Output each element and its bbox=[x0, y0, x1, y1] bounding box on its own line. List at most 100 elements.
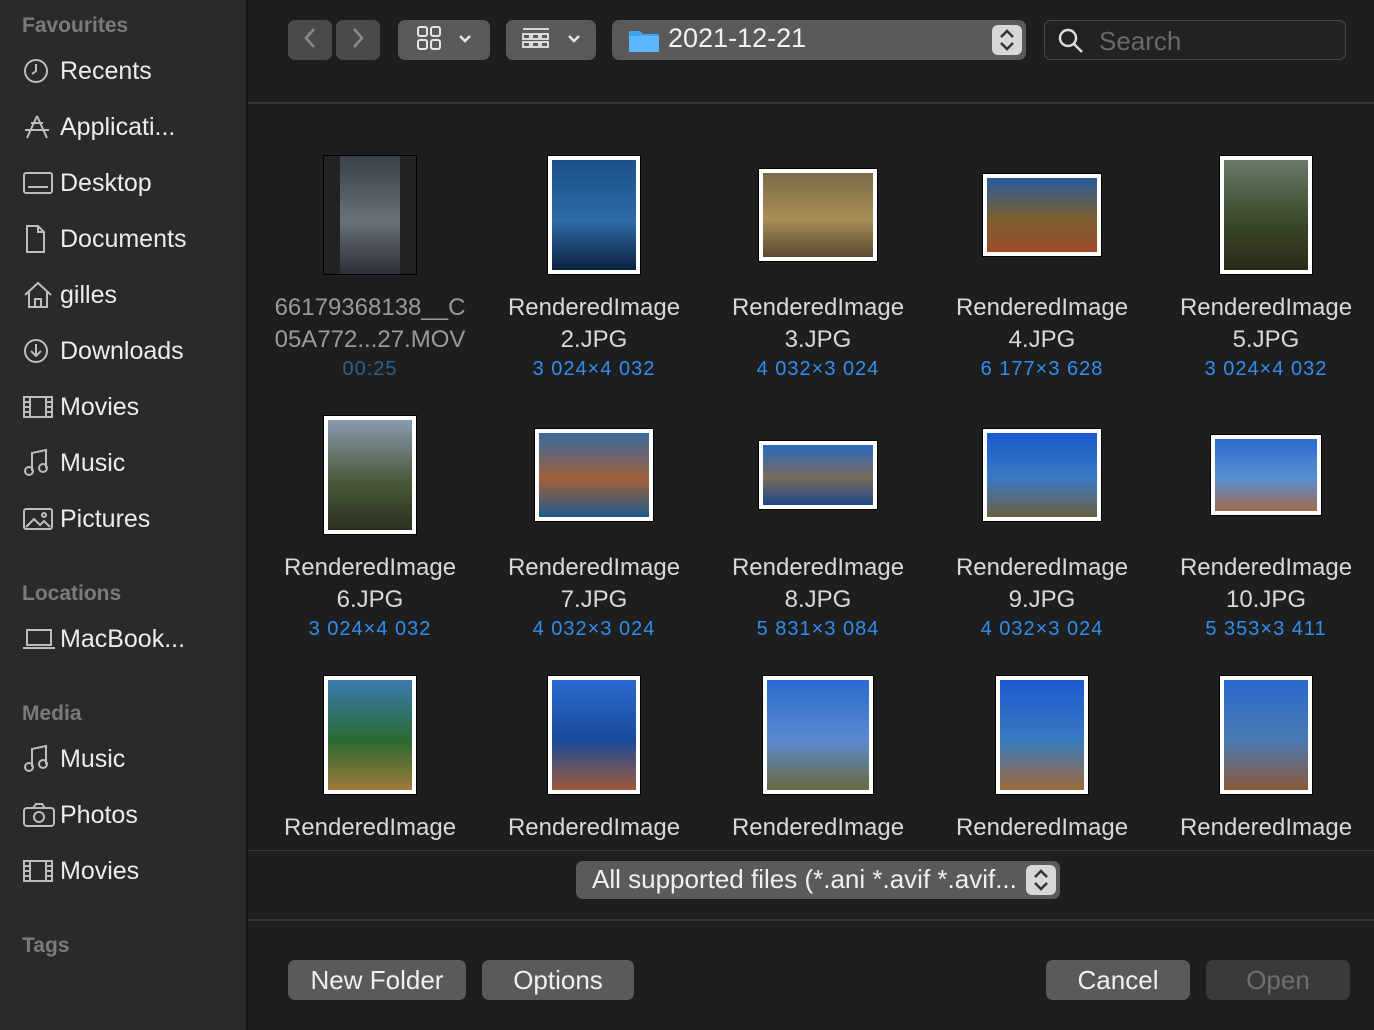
sidebar-item-label: Desktop bbox=[60, 168, 152, 197]
toolbar: 2021-12-21 bbox=[248, 0, 1374, 104]
icon-view-icon bbox=[416, 25, 442, 56]
sidebar-item-label: MacBook... bbox=[60, 624, 186, 653]
file-name: RenderedImage bbox=[507, 554, 681, 581]
path-popup[interactable]: 2021-12-21 bbox=[612, 20, 1026, 60]
sidebar-item-desktop[interactable]: Desktop bbox=[22, 159, 242, 207]
file-name-line2: 10.JPG bbox=[1225, 586, 1307, 613]
sidebar-section-media: Media bbox=[22, 702, 82, 725]
thumbnail-image bbox=[539, 433, 649, 517]
document-icon bbox=[22, 223, 60, 255]
file-thumbnail bbox=[324, 416, 416, 534]
sidebar-item-label: Music bbox=[60, 744, 126, 773]
file-name: RenderedImage bbox=[955, 814, 1129, 841]
stepper-icon bbox=[1026, 865, 1056, 895]
cancel-button[interactable]: Cancel bbox=[1046, 960, 1190, 1000]
file-item[interactable]: RenderedImage bbox=[706, 676, 930, 850]
file-item[interactable]: 66179368138__C 05A772...27.MOV 00:25 bbox=[258, 156, 482, 386]
sidebar-item-home[interactable]: gilles bbox=[22, 271, 242, 319]
file-item[interactable]: RenderedImage 9.JPG 4 032×3 024 bbox=[930, 416, 1154, 646]
file-item[interactable]: RenderedImage 2.JPG 3 024×4 032 bbox=[482, 156, 706, 386]
sidebar-item-media-music[interactable]: Music bbox=[22, 735, 242, 783]
file-name-line2: 5.JPG bbox=[1232, 326, 1300, 353]
file-dimensions: 4 032×3 024 bbox=[756, 358, 880, 380]
thumbnail-image bbox=[1224, 680, 1308, 790]
sidebar-item-documents[interactable]: Documents bbox=[22, 215, 242, 263]
camera-icon bbox=[22, 799, 60, 831]
file-thumbnail bbox=[759, 169, 877, 261]
photo-icon bbox=[22, 503, 60, 535]
file-item[interactable]: RenderedImage bbox=[258, 676, 482, 850]
music-note-icon bbox=[22, 447, 60, 479]
file-item[interactable]: RenderedImage bbox=[482, 676, 706, 850]
file-thumbnail bbox=[983, 174, 1101, 256]
sidebar-item-music[interactable]: Music bbox=[22, 439, 242, 487]
file-item[interactable]: RenderedImage 8.JPG 5 831×3 084 bbox=[706, 416, 930, 646]
view-mode-button[interactable] bbox=[398, 20, 490, 60]
search-input[interactable] bbox=[1097, 25, 1331, 57]
file-name: RenderedImage bbox=[955, 554, 1129, 581]
sidebar-item-label: Movies bbox=[60, 392, 140, 421]
thumbnail-image bbox=[1224, 160, 1308, 270]
sidebar-item-media-movies[interactable]: Movies bbox=[22, 847, 242, 895]
file-name: RenderedImage bbox=[1179, 294, 1353, 321]
sidebar-item-pictures[interactable]: Pictures bbox=[22, 495, 242, 543]
file-item[interactable]: RenderedImage bbox=[930, 676, 1154, 850]
file-item[interactable]: RenderedImage 7.JPG 4 032×3 024 bbox=[482, 416, 706, 646]
file-item[interactable]: RenderedImage 6.JPG 3 024×4 032 bbox=[258, 416, 482, 646]
file-name: RenderedImage bbox=[507, 294, 681, 321]
sidebar-item-applications[interactable]: Applicati... bbox=[22, 103, 242, 151]
file-grid: 66179368138__C 05A772...27.MOV 00:25 Render… bbox=[248, 104, 1374, 850]
group-by-button[interactable] bbox=[506, 20, 596, 60]
file-thumbnail bbox=[983, 429, 1101, 521]
thumbnail-image bbox=[763, 445, 873, 505]
file-dimensions: 4 032×3 024 bbox=[980, 618, 1104, 640]
sidebar-item-label: Recents bbox=[60, 56, 152, 85]
file-item[interactable]: RenderedImage bbox=[1154, 676, 1374, 850]
file-thumbnail bbox=[759, 441, 877, 509]
file-dimensions: 5 831×3 084 bbox=[756, 618, 880, 640]
file-name-line2: 2.JPG bbox=[560, 326, 628, 353]
sidebar-item-macbook[interactable]: MacBook... bbox=[22, 615, 242, 663]
options-button[interactable]: Options bbox=[482, 960, 634, 1000]
clock-icon bbox=[22, 55, 60, 87]
applications-icon bbox=[22, 111, 60, 143]
thumbnail-image bbox=[987, 433, 1097, 517]
file-duration: 00:25 bbox=[342, 358, 398, 380]
thumbnail-image bbox=[763, 173, 873, 257]
file-name: RenderedImage bbox=[1179, 814, 1353, 841]
new-folder-button[interactable]: New Folder bbox=[288, 960, 466, 1000]
sidebar-item-movies[interactable]: Movies bbox=[22, 383, 242, 431]
file-name: 66179368138__C bbox=[274, 294, 466, 321]
sidebar-item-label: Music bbox=[60, 448, 126, 477]
download-icon bbox=[22, 335, 60, 367]
file-item[interactable]: RenderedImage 5.JPG 3 024×4 032 bbox=[1154, 156, 1374, 386]
stepper-icon bbox=[992, 25, 1022, 55]
file-thumbnail bbox=[548, 156, 640, 274]
back-button[interactable] bbox=[288, 20, 332, 60]
sidebar-item-recents[interactable]: Recents bbox=[22, 47, 242, 95]
forward-button[interactable] bbox=[336, 20, 380, 60]
file-thumbnail bbox=[996, 676, 1088, 794]
thumbnail-image bbox=[1000, 680, 1084, 790]
thumbnail-image bbox=[328, 680, 412, 790]
file-name-line2: 4.JPG bbox=[1008, 326, 1076, 353]
file-name: RenderedImage bbox=[283, 814, 457, 841]
file-name-line2: 05A772...27.MOV bbox=[274, 326, 466, 353]
sidebar-item-downloads[interactable]: Downloads bbox=[22, 327, 242, 375]
chevron-down-icon bbox=[567, 31, 581, 49]
filter-bar: All supported files (*.ani *.avif *.avif… bbox=[248, 850, 1374, 921]
search-field[interactable] bbox=[1044, 20, 1346, 60]
file-item[interactable]: RenderedImage 10.JPG 5 353×3 411 bbox=[1154, 416, 1374, 646]
file-name: RenderedImage bbox=[1179, 554, 1353, 581]
thumbnail-image bbox=[339, 156, 401, 274]
file-item[interactable]: RenderedImage 4.JPG 6 177×3 628 bbox=[930, 156, 1154, 386]
desktop-icon bbox=[22, 167, 60, 199]
sidebar-item-photos[interactable]: Photos bbox=[22, 791, 242, 839]
file-type-filter[interactable]: All supported files (*.ani *.avif *.avif… bbox=[576, 861, 1060, 899]
sidebar-section-favourites: Favourites bbox=[22, 14, 129, 37]
file-dimensions: 3 024×4 032 bbox=[1204, 358, 1328, 380]
file-name-line2: 3.JPG bbox=[784, 326, 852, 353]
search-icon bbox=[1057, 27, 1085, 60]
open-button[interactable]: Open bbox=[1206, 960, 1350, 1000]
file-item[interactable]: RenderedImage 3.JPG 4 032×3 024 bbox=[706, 156, 930, 386]
